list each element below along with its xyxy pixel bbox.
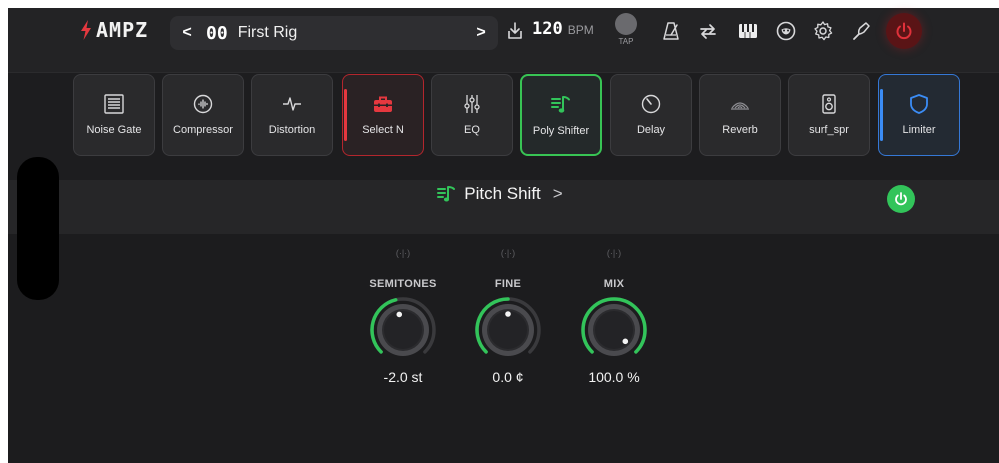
eq-icon (464, 95, 480, 113)
knob-value: 100.0 % (588, 369, 640, 385)
gear-icon[interactable] (812, 20, 834, 42)
noise-gate-icon (104, 94, 124, 114)
knob-label: MIX (603, 278, 625, 290)
toolbox-icon (374, 96, 392, 112)
tuner-icon[interactable] (850, 20, 872, 42)
piano-icon[interactable] (737, 20, 759, 42)
side-drawer-handle[interactable] (17, 157, 59, 300)
tap-label: TAP (618, 37, 634, 46)
shield-icon (910, 94, 928, 114)
rig-name[interactable]: First Rig (238, 24, 464, 42)
pitch-shift-icon (437, 186, 456, 202)
effect-slot-poly-shifter[interactable]: Poly Shifter (520, 74, 602, 156)
download-icon[interactable] (504, 20, 526, 42)
effect-slot-delay[interactable]: Delay (610, 74, 692, 156)
delay-icon (641, 94, 661, 114)
modulation-icon[interactable]: (·|·) (607, 248, 621, 262)
rig-selector: < 00 First Rig > (170, 16, 498, 50)
effect-slot-noise-gate[interactable]: Noise Gate (73, 74, 155, 156)
modulation-icon[interactable]: (·|·) (501, 248, 515, 262)
effect-slot-label: Reverb (722, 124, 758, 136)
power-icon (895, 192, 907, 206)
compressor-icon (193, 94, 213, 114)
effect-slot-label: Poly Shifter (532, 125, 590, 137)
knob-mix: (·|·) MIX 100.0 % (564, 248, 664, 385)
modulation-icon[interactable]: (·|·) (396, 248, 410, 262)
knob-label: SEMITONES (369, 278, 437, 290)
tempo-display[interactable]: 120 BPM (532, 19, 594, 39)
effect-slot-label: Select N (362, 124, 404, 136)
knob-value: -2.0 st (383, 369, 423, 385)
knob-value: 0.0 ¢ (492, 369, 524, 385)
effect-slot-eq[interactable]: EQ (431, 74, 513, 156)
effect-slot-surf-spr[interactable]: surf_spr (788, 74, 870, 156)
effect-power-toggle[interactable] (887, 185, 915, 213)
effect-slot-select-n[interactable]: Select N (342, 74, 424, 156)
speaker-icon (822, 94, 836, 114)
power-icon (896, 22, 912, 40)
loop-icon[interactable] (697, 20, 719, 42)
rig-number: 00 (206, 22, 228, 44)
mask-icon[interactable] (775, 20, 797, 42)
knob-label: FINE (494, 278, 522, 290)
distortion-icon (283, 97, 301, 111)
bolt-icon (81, 20, 91, 40)
effect-slot-distortion[interactable]: Distortion (251, 74, 333, 156)
master-power-button[interactable] (886, 13, 922, 49)
effect-slot-label: Noise Gate (86, 124, 142, 136)
bpm-unit: BPM (567, 23, 594, 37)
logo-text: AMPZ (96, 18, 149, 42)
effect-slot-label: Compressor (173, 124, 233, 136)
pitch-icon (551, 96, 570, 113)
metronome-icon[interactable] (660, 20, 682, 42)
effect-slot-reverb[interactable]: Reverb (699, 74, 781, 156)
effect-slot-label: EQ (464, 124, 480, 136)
app-logo: AMPZ (80, 18, 148, 42)
knob-semitones: (·|·) SEMITONES -2.0 st (353, 248, 453, 385)
effect-slot-limiter[interactable]: Limiter (878, 74, 960, 156)
knob-dial[interactable] (473, 295, 543, 365)
knob-fine: (·|·) FINE 0.0 ¢ (458, 248, 558, 385)
effect-slot-label: Distortion (268, 124, 316, 136)
effect-title[interactable]: Pitch Shift > (0, 184, 999, 204)
effect-slot-label: Limiter (902, 124, 936, 136)
next-rig-button[interactable]: > (464, 16, 498, 50)
reverb-icon (731, 102, 749, 110)
effect-slot-label: surf_spr (809, 124, 849, 136)
effect-title-text: Pitch Shift (464, 184, 541, 203)
tap-dot (615, 13, 637, 35)
knob-dial[interactable] (579, 295, 649, 365)
knob-dial[interactable] (368, 295, 438, 365)
bpm-value: 120 (532, 19, 563, 39)
chevron-right-icon: > (552, 184, 563, 203)
effect-slot-label: Delay (636, 124, 666, 136)
effect-slot-compressor[interactable]: Compressor (162, 74, 244, 156)
tap-tempo-button[interactable]: TAP (614, 13, 638, 51)
previous-rig-button[interactable]: < (170, 16, 204, 50)
